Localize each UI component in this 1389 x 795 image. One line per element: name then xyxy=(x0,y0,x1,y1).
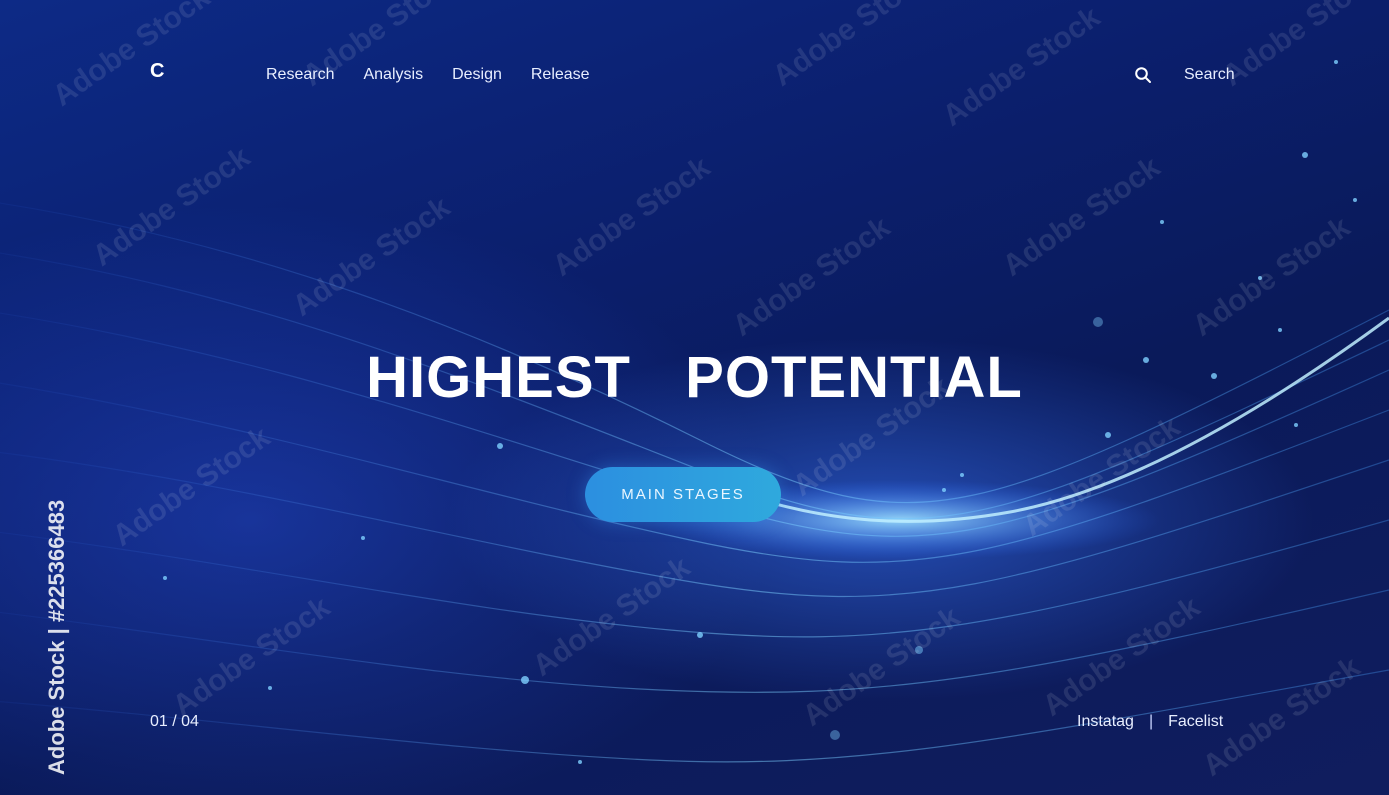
search-label: Search xyxy=(1184,66,1235,83)
slide-pager: 01 / 04 xyxy=(150,713,199,730)
search-button[interactable]: Search xyxy=(1134,66,1235,84)
instatag-link[interactable]: Instatag xyxy=(1077,713,1134,731)
social-separator: | xyxy=(1148,713,1154,730)
stock-credit: Adobe Stock | #225366483 xyxy=(44,499,69,775)
logo[interactable]: C xyxy=(150,60,164,83)
main-stages-button[interactable]: MAIN STAGES xyxy=(585,467,781,522)
facelist-link[interactable]: Facelist xyxy=(1168,713,1223,731)
nav-item-analysis[interactable]: Analysis xyxy=(363,66,423,84)
search-icon xyxy=(1134,66,1152,84)
header: C Research Analysis Design Release Searc… xyxy=(0,0,1389,140)
nav-item-research[interactable]: Research xyxy=(266,66,334,84)
social-links: Instatag | Facelist xyxy=(1077,713,1223,731)
nav-item-release[interactable]: Release xyxy=(531,66,590,84)
nav-item-design[interactable]: Design xyxy=(452,66,502,84)
hero-title: HIGHEST POTENTIAL xyxy=(366,345,1023,410)
main-nav: Research Analysis Design Release xyxy=(266,66,590,84)
